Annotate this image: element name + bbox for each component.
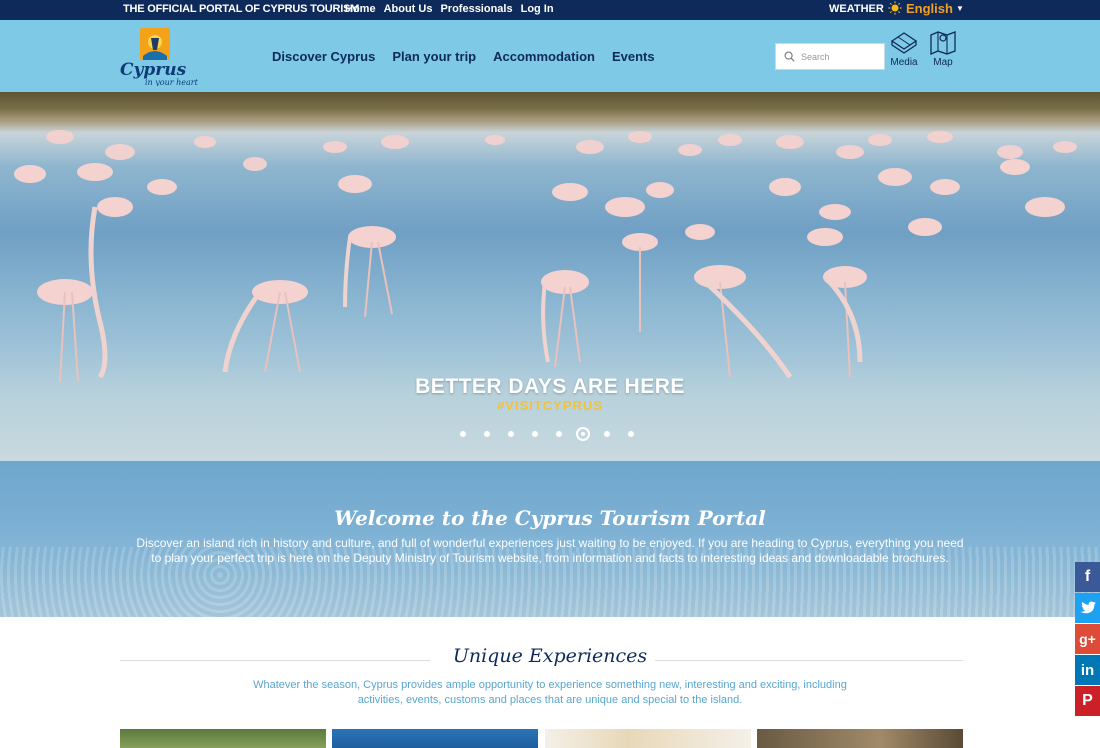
- google-plus-icon[interactable]: g+: [1075, 624, 1100, 654]
- header: Cyprus in your heart Discover Cyprus Pla…: [0, 20, 1100, 92]
- search-box: [775, 43, 885, 70]
- main-nav: Discover Cyprus Plan your trip Accommoda…: [272, 49, 655, 64]
- twitter-icon[interactable]: [1075, 593, 1100, 623]
- top-link-professionals[interactable]: Professionals: [440, 3, 512, 15]
- media-icon: [890, 32, 918, 54]
- nav-accommodation[interactable]: Accommodation: [493, 49, 595, 64]
- welcome-section: Welcome to the Cyprus Tourism Portal Dis…: [0, 461, 1100, 617]
- experience-thumb-3[interactable]: [545, 729, 751, 748]
- top-link-home[interactable]: Home: [345, 3, 376, 15]
- slider-dot-1[interactable]: [460, 431, 466, 437]
- linkedin-icon[interactable]: in: [1075, 655, 1100, 685]
- slider-dot-2[interactable]: [484, 431, 490, 437]
- hero-tagline: #VISITCYPRUS: [497, 398, 603, 413]
- hero-slider: BETTER DAYS ARE HERE #VISITCYPRUS: [0, 92, 1100, 461]
- slider-dot-6[interactable]: [576, 427, 590, 441]
- svg-text:Cyprus: Cyprus: [120, 60, 187, 80]
- pinterest-icon[interactable]: P: [1075, 686, 1100, 716]
- slider-dot-3[interactable]: [508, 431, 514, 437]
- experience-thumb-4[interactable]: [757, 729, 963, 748]
- slider-dot-5[interactable]: [556, 431, 562, 437]
- welcome-title: Welcome to the Cyprus Tourism Portal: [334, 506, 766, 530]
- experience-thumb-2[interactable]: [332, 729, 538, 748]
- top-link-log-in[interactable]: Log In: [521, 3, 554, 15]
- welcome-text: Discover an island rich in history and c…: [136, 536, 964, 565]
- sun-icon: [888, 1, 902, 15]
- slider-dot-4[interactable]: [532, 431, 538, 437]
- map-icon: [930, 31, 956, 55]
- slider-dot-8[interactable]: [628, 431, 634, 437]
- cyprus-logo[interactable]: Cyprus in your heart: [118, 28, 200, 86]
- search-icon: [784, 51, 795, 62]
- portal-label: THE OFFICIAL PORTAL OF CYPRUS TOURISM: [123, 3, 360, 15]
- weather-label: WEATHER: [829, 3, 884, 15]
- caret-down-icon: ▼: [955, 4, 964, 13]
- slider-dots: [451, 427, 643, 441]
- facebook-icon[interactable]: f: [1075, 562, 1100, 592]
- language-label: English: [906, 1, 953, 16]
- top-bar: THE OFFICIAL PORTAL OF CYPRUS TOURISM Ho…: [0, 0, 1100, 20]
- weather-widget[interactable]: WEATHER: [829, 1, 902, 15]
- svg-text:in your heart: in your heart: [145, 78, 199, 86]
- language-selector[interactable]: English ▼: [906, 1, 964, 16]
- unique-experiences-title: Unique Experiences: [452, 645, 648, 667]
- slider-dot-7[interactable]: [604, 431, 610, 437]
- media-label: Media: [890, 57, 918, 68]
- map-label: Map: [933, 57, 953, 68]
- map-button[interactable]: Map: [925, 29, 961, 68]
- top-link-about-us[interactable]: About Us: [384, 3, 433, 15]
- nav-events[interactable]: Events: [612, 49, 655, 64]
- experience-thumb-1[interactable]: [120, 729, 326, 748]
- unique-experiences-text: Whatever the season, Cyprus provides amp…: [253, 679, 847, 706]
- hero-title: BETTER DAYS ARE HERE: [415, 375, 685, 398]
- media-button[interactable]: Media: [886, 29, 922, 68]
- top-links: Home About Us Professionals Log In: [345, 3, 554, 15]
- nav-discover-cyprus[interactable]: Discover Cyprus: [272, 49, 375, 64]
- search-input[interactable]: [801, 51, 877, 62]
- nav-plan-your-trip[interactable]: Plan your trip: [392, 49, 476, 64]
